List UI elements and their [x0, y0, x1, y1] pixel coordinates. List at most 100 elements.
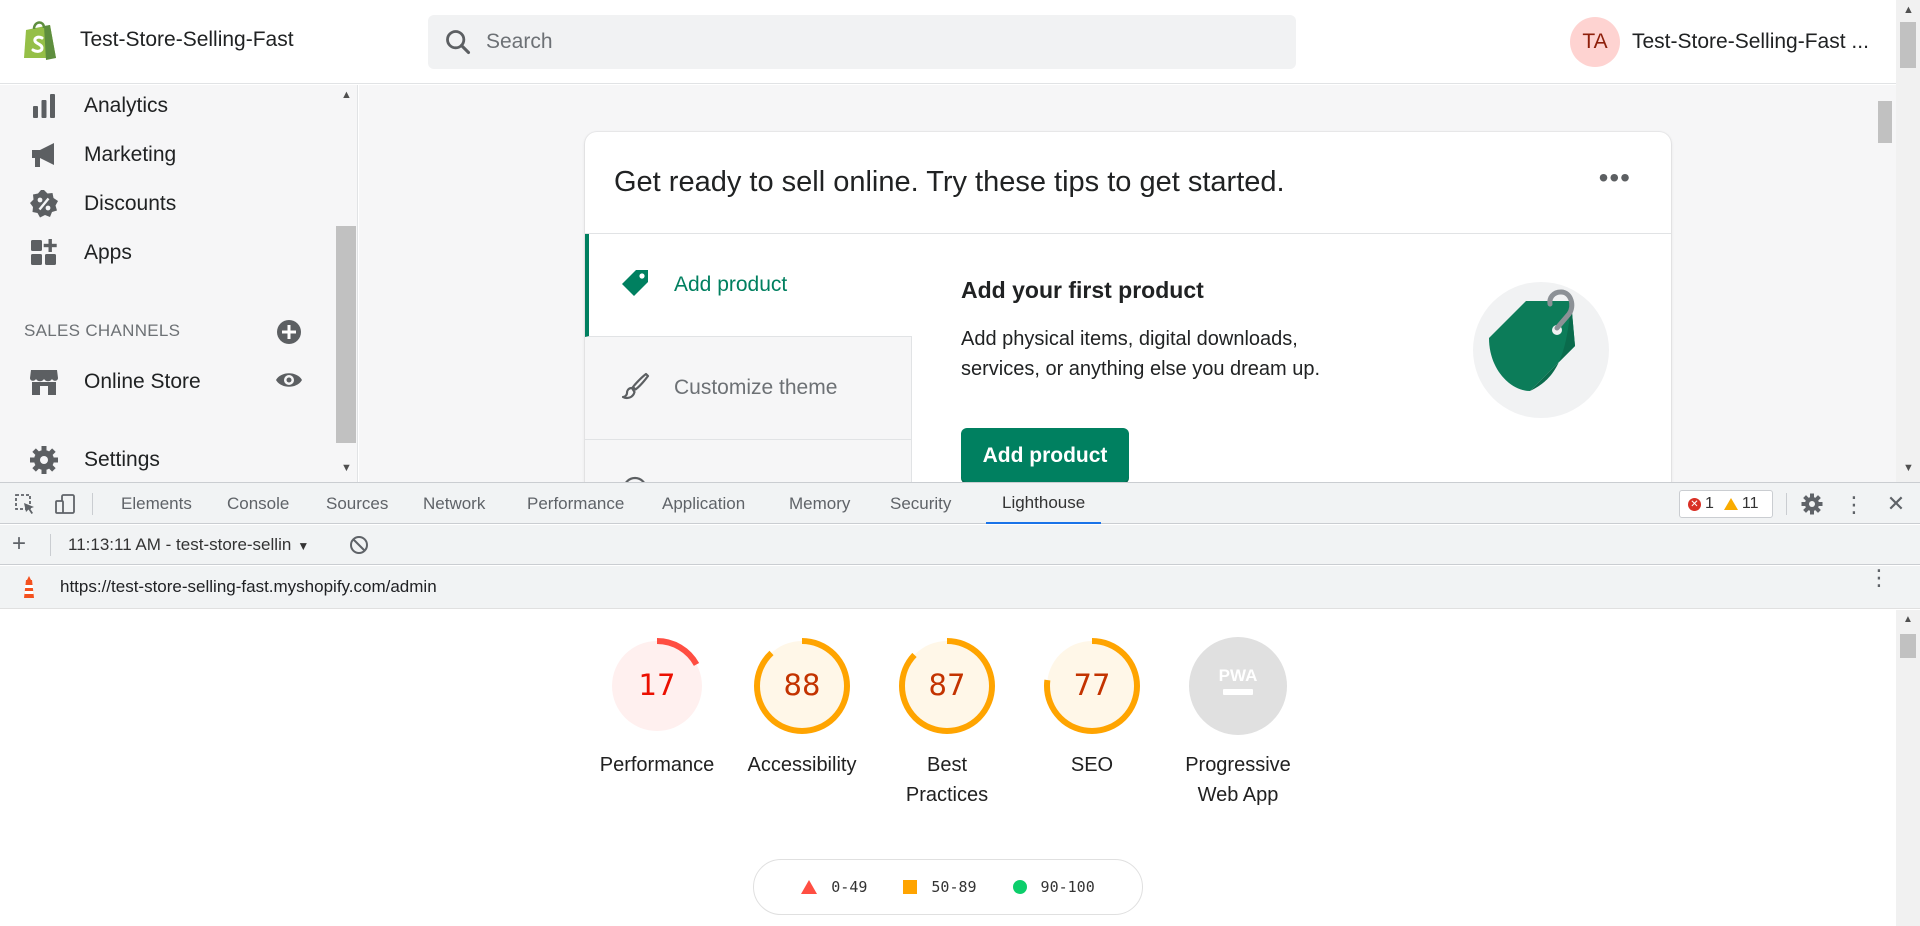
legend-fail: 0-49 [801, 878, 867, 896]
avatar: TA [1570, 17, 1620, 67]
clear-all-icon[interactable] [348, 534, 370, 561]
gauge-score: 77 [1074, 668, 1111, 702]
devtools-tab-bar: Elements Console Sources Network Perform… [0, 483, 1920, 524]
score-gauge-performance[interactable]: 17 Performance [584, 636, 730, 780]
pwa-gauge[interactable]: PWA Progressive Web App [1165, 636, 1311, 810]
close-devtools-icon[interactable]: ✕ [1883, 491, 1909, 517]
lighthouse-logo-icon [18, 576, 40, 605]
score-gauge-seo[interactable]: 77 SEO [1019, 636, 1165, 780]
gauge-label: Progressive Web App [1185, 754, 1291, 806]
report-url: https://test-store-selling-fast.myshopif… [60, 577, 437, 596]
sidebar-item-discounts[interactable]: Discounts [28, 186, 176, 222]
sidebar-item-marketing[interactable]: Marketing [28, 137, 176, 173]
report-selector[interactable]: 11:13:11 AM - test-store-sellin ▼ [68, 535, 309, 555]
scroll-down-arrow-icon[interactable]: ▼ [341, 462, 352, 474]
tab-application[interactable]: Application [662, 483, 745, 524]
pwa-badge-icon: PWA [1189, 637, 1287, 735]
search-icon [446, 30, 471, 55]
tab-next[interactable] [585, 440, 912, 482]
tab-add-product[interactable]: Add product [585, 234, 912, 337]
brand[interactable]: Test-Store-Selling-Fast [20, 18, 294, 62]
tab-network[interactable]: Network [423, 483, 485, 524]
inspect-element-icon[interactable] [12, 491, 38, 517]
tab-memory[interactable]: Memory [789, 483, 850, 524]
bar-chart-icon [28, 90, 60, 122]
main-scroll-thumb[interactable] [1878, 101, 1892, 143]
megaphone-icon [28, 139, 60, 171]
issues-counter[interactable]: ✕ 1 11 [1679, 490, 1773, 518]
tab-lighthouse[interactable]: Lighthouse [986, 483, 1102, 524]
sidebar-item-apps[interactable]: Apps [28, 235, 132, 271]
sidebar-item-analytics[interactable]: Analytics [28, 88, 168, 124]
sidebar-scrollbar[interactable]: ▲ ▼ [336, 85, 357, 482]
add-sales-channel-icon[interactable] [276, 319, 302, 350]
customize-menu-icon[interactable]: ⋮ [1841, 491, 1867, 517]
account-name: Test-Store-Selling-Fast ... [1632, 30, 1869, 53]
gauge-score: 87 [929, 668, 966, 702]
toolbar-separator [1786, 493, 1787, 515]
page-scroll-thumb[interactable] [1900, 22, 1916, 68]
gauge-ring: 17 [609, 638, 705, 734]
gauge-score: 17 [639, 668, 676, 702]
card-title: Get ready to sell online. Try these tips… [614, 166, 1285, 198]
tab-performance[interactable]: Performance [527, 483, 624, 524]
store-name: Test-Store-Selling-Fast [80, 28, 294, 51]
report-menu-icon[interactable]: ⋮ [1868, 567, 1890, 589]
tab-sources[interactable]: Sources [326, 483, 388, 524]
score-gauge-best-practices[interactable]: 87 Best Practices [874, 636, 1020, 810]
tab-elements[interactable]: Elements [121, 483, 192, 524]
main-content: Get ready to sell online. Try these tips… [359, 85, 1896, 482]
sales-channels-title: SALES CHANNELS [24, 321, 181, 340]
device-toolbar-icon[interactable] [52, 491, 78, 517]
scroll-up-arrow-icon[interactable]: ▲ [1903, 4, 1914, 16]
report-selector-label: 11:13:11 AM - test-store-sellin [68, 535, 292, 554]
account-menu[interactable]: TA Test-Store-Selling-Fast ... [1570, 17, 1869, 67]
sidebar-item-label: Online Store [84, 370, 201, 393]
more-actions-icon[interactable]: ••• [1599, 162, 1631, 194]
report-scroll-thumb[interactable] [1900, 634, 1916, 658]
gauge-score: 88 [784, 668, 821, 702]
score-legend: 0-49 50-89 90-100 [753, 859, 1143, 915]
page-scrollbar[interactable]: ▲ ▼ [1896, 0, 1920, 482]
search-placeholder: Search [486, 30, 553, 53]
sidebar-item-label: Analytics [84, 94, 169, 117]
report-scrollbar[interactable]: ▲ [1896, 610, 1920, 926]
scroll-down-arrow-icon[interactable]: ▼ [1903, 462, 1914, 474]
eye-icon[interactable] [275, 369, 303, 396]
sidebar-item-settings[interactable]: Settings [28, 442, 160, 478]
next-tab-icon [620, 474, 650, 482]
scroll-up-arrow-icon[interactable]: ▲ [341, 89, 352, 101]
square-icon [903, 880, 918, 894]
circle-icon [1012, 880, 1027, 894]
tag-icon [620, 268, 650, 303]
dropdown-caret-icon: ▼ [297, 539, 310, 553]
legend-average: 50-89 [903, 878, 977, 896]
search-input[interactable]: Search [428, 15, 1296, 69]
tip-heading: Add your first product [961, 277, 1204, 303]
tab-security[interactable]: Security [890, 483, 951, 524]
sidebar-item-label: Apps [84, 241, 132, 264]
gauge-label: Accessibility [747, 754, 857, 776]
gear-icon [28, 444, 60, 476]
tab-label: Add product [674, 273, 788, 296]
new-report-icon[interactable]: + [12, 530, 26, 558]
scroll-up-arrow-icon[interactable]: ▲ [1903, 614, 1913, 625]
legend-pass: 90-100 [1012, 878, 1095, 896]
product-tag-illustration [1473, 282, 1609, 418]
tab-label: Customize theme [674, 376, 838, 399]
add-product-button[interactable]: Add product [961, 428, 1129, 482]
settings-gear-icon[interactable] [1799, 491, 1825, 517]
tab-customize-theme[interactable]: Customize theme [585, 337, 912, 440]
main-scrollbar[interactable] [1874, 85, 1896, 482]
warning-count: 11 [1741, 495, 1759, 512]
discount-icon [28, 188, 60, 220]
sidebar-item-online-store[interactable]: Online Store [28, 364, 201, 400]
apps-icon [28, 237, 60, 269]
lighthouse-toolbar: + 11:13:11 AM - test-store-sellin ▼ [0, 525, 1920, 565]
report-url-bar: https://test-store-selling-fast.myshopif… [0, 566, 1920, 609]
tab-console[interactable]: Console [227, 483, 289, 524]
gauge-label: Best Practices [905, 754, 989, 806]
sidebar-scroll-thumb[interactable] [336, 226, 356, 443]
error-count: 1 [1705, 495, 1714, 512]
score-gauge-accessibility[interactable]: 88 Accessibility [729, 636, 875, 780]
